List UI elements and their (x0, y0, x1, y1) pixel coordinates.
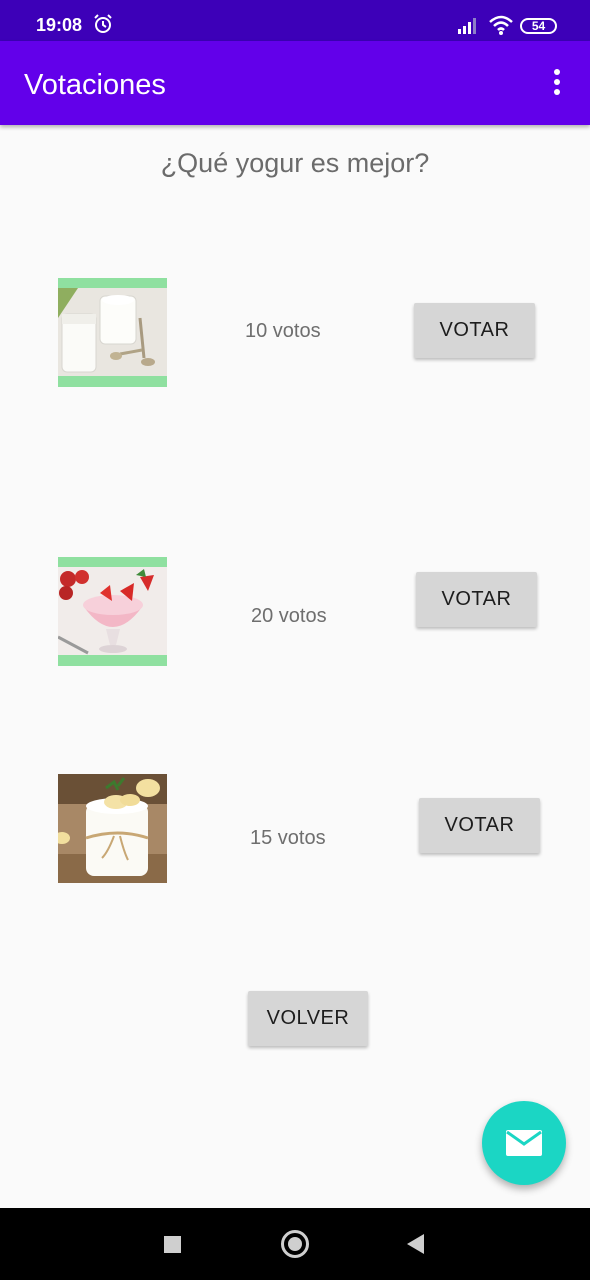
plain-yogurt-image (58, 278, 167, 387)
votes-count-2: 20 votos (251, 605, 327, 627)
wifi-icon (489, 15, 513, 35)
battery-icon: 54 (520, 18, 557, 34)
status-time: 19:08 (36, 15, 83, 35)
app-bar: Votaciones (0, 41, 590, 125)
status-bar: 19:08 54 (0, 0, 590, 41)
navigation-bar (0, 1208, 590, 1280)
votes-count-3: 15 votos (250, 827, 326, 849)
overflow-menu-icon[interactable] (548, 69, 566, 99)
vote-button-3[interactable]: VOTAR (419, 798, 540, 853)
vote-button-1[interactable]: VOTAR (414, 303, 535, 358)
signal-icon (458, 18, 476, 34)
email-icon (506, 1130, 542, 1156)
recent-apps-icon[interactable] (164, 1236, 181, 1253)
vote-button-2[interactable]: VOTAR (416, 572, 537, 627)
banana-yogurt-image (58, 774, 167, 883)
app-title: Votaciones (24, 69, 166, 101)
alarm-icon (94, 14, 112, 33)
strawberry-yogurt-image (58, 557, 167, 666)
question-heading: ¿Qué yogur es mejor? (160, 148, 430, 178)
battery-level: 54 (531, 19, 546, 33)
back-button[interactable]: VOLVER (248, 991, 368, 1046)
back-icon[interactable] (407, 1234, 424, 1254)
votes-count-1: 10 votos (245, 320, 321, 342)
home-icon[interactable] (281, 1230, 309, 1258)
email-fab[interactable] (482, 1101, 566, 1185)
